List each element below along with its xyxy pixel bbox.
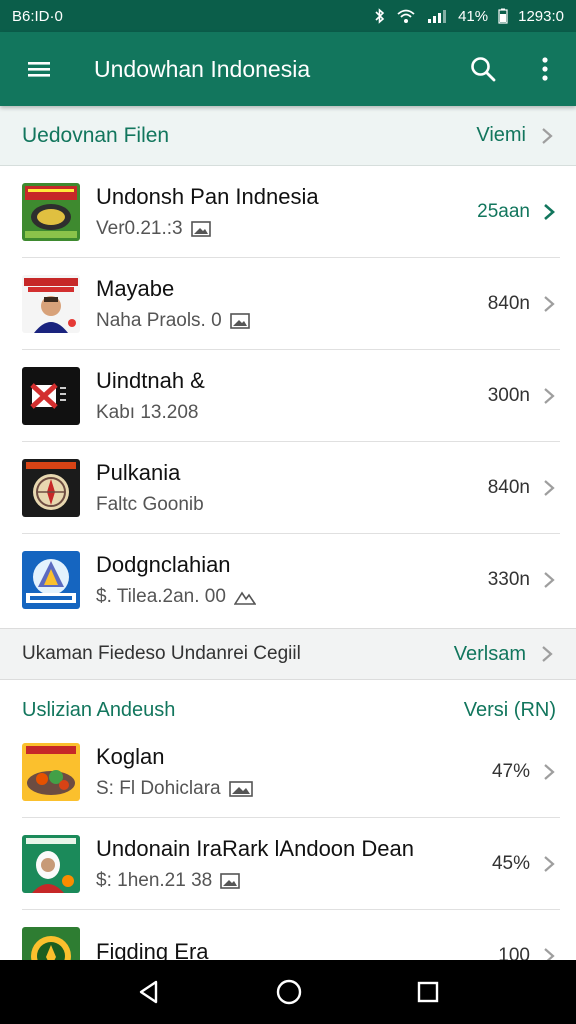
list-item[interactable]: Pulkania Faltc Goonib 840n <box>0 442 576 534</box>
app-title: Undowhan Indonesia <box>94 55 311 82</box>
item-value: 840n <box>487 293 530 314</box>
app-thumbnail <box>22 275 80 333</box>
menu-icon <box>28 62 50 77</box>
item-subtitle-text: S: Fl Dohiclara <box>96 778 221 799</box>
system-nav-bar <box>0 960 576 1024</box>
item-subtitle-text: $: 1hen.21 38 <box>96 870 213 891</box>
version-link-label: Verlsam <box>453 642 526 665</box>
chevron-right-icon <box>542 646 553 662</box>
item-title: Undonsh Pan Indnesia <box>96 184 319 209</box>
bluetooth-icon <box>375 8 385 24</box>
image-icon <box>229 313 250 329</box>
section-title: Ukaman Fiedeso Undanrei Cegiil <box>22 643 301 664</box>
chevron-right-icon <box>544 480 555 496</box>
app-thumbnail <box>22 183 80 241</box>
image-icon <box>228 781 253 797</box>
item-value: 330n <box>487 569 530 590</box>
wifi-icon <box>397 9 415 23</box>
battery-icon <box>498 8 508 24</box>
recents-icon[interactable] <box>416 980 440 1004</box>
image-icon <box>220 873 241 889</box>
view-all-label: Viemi <box>476 124 526 146</box>
app-thumbnail <box>22 459 80 517</box>
signal-icon <box>428 10 447 23</box>
app-thumbnail <box>22 835 80 893</box>
chevron-right-icon <box>544 296 555 312</box>
section-header-secondary[interactable]: Ukaman Fiedeso Undanrei Cegiil Verlsam <box>0 628 576 680</box>
subsection-title: Uslizian Andeush <box>22 699 176 721</box>
item-title: Dodgnclahian <box>96 552 231 577</box>
item-subtitle-text: $. Tilea.2an. 00 <box>96 586 226 607</box>
item-value: 47% <box>491 761 530 782</box>
item-value: 840n <box>487 477 530 498</box>
item-subtitle: $: 1hen.21 38 <box>96 870 492 892</box>
item-subtitle-text: Faltc Goonib <box>96 494 204 515</box>
search-icon <box>471 57 496 82</box>
section-subheader: Uslizian Andeush Versi (RN) <box>0 680 576 726</box>
status-icons: 41% 1293:0 <box>374 8 564 25</box>
item-value: 45% <box>491 853 530 874</box>
image-icon <box>190 221 211 237</box>
item-value: 25aan <box>477 201 530 222</box>
item-subtitle-text: Ver0.21.:3 <box>96 218 183 239</box>
list-item[interactable]: Figding Era 100 <box>0 910 576 960</box>
chevron-right-icon <box>544 948 555 960</box>
item-subtitle: Ver0.21.:3 <box>96 218 477 240</box>
item-subtitle: Kabı 13.208 <box>96 402 488 424</box>
item-title: Uindtnah & <box>96 368 205 393</box>
chevron-right-icon <box>544 204 555 220</box>
menu-button[interactable] <box>0 32 78 106</box>
list-featured: Undonsh Pan Indnesia Ver0.21.:3 25aan Ma… <box>0 166 576 626</box>
list-item[interactable]: Undonain IraRark lAndoon Dean $: 1hen.21… <box>0 818 576 910</box>
status-bar: В6:ID·0 41% 1293:0 <box>0 0 576 32</box>
list-item[interactable]: Dodgnclahian $. Tilea.2an. 00 330n <box>0 534 576 626</box>
app-thumbnail <box>22 743 80 801</box>
section-header-featured[interactable]: Uedovnan Filen Viemi <box>0 106 576 166</box>
item-subtitle: Faltc Goonib <box>96 494 488 516</box>
app-bar: Undowhan Indonesia <box>0 32 576 106</box>
subsection-version: Versi (RN) <box>463 699 556 721</box>
status-clock: 1293:0 <box>518 7 564 25</box>
item-title: Mayabe <box>96 276 175 301</box>
back-icon[interactable] <box>136 979 162 1005</box>
item-title: Pulkania <box>96 460 181 485</box>
item-value: 300n <box>487 385 530 406</box>
content: Uedovnan Filen Viemi Undonsh Pan Indnesi… <box>0 106 576 960</box>
item-subtitle-text: Kabı 13.208 <box>96 402 199 423</box>
list-item[interactable]: Uindtnah & Kabı 13.208 300n <box>0 350 576 442</box>
item-title: Undonain IraRark lAndoon Dean <box>96 836 414 861</box>
list-item[interactable]: Mayabe Naha Praols. 0 840n <box>0 258 576 350</box>
chevron-right-icon <box>544 856 555 872</box>
app-thumbnail <box>22 551 80 609</box>
app-thumbnail <box>22 367 80 425</box>
more-options-button[interactable] <box>514 32 576 106</box>
item-subtitle: $. Tilea.2an. 00 <box>96 586 488 608</box>
chevron-right-icon <box>542 127 553 144</box>
section-title: Uedovnan Filen <box>22 123 170 147</box>
app-thumbnail <box>22 927 80 960</box>
item-value: 100 <box>498 945 530 960</box>
item-title: Koglan <box>96 744 165 769</box>
list-secondary: Koglan S: Fl Dohiclara 47% Undonain IraR… <box>0 726 576 960</box>
more-vert-icon <box>542 57 548 81</box>
chevron-right-icon <box>544 572 555 588</box>
battery-percent: 41% <box>458 7 489 25</box>
chevron-right-icon <box>544 764 555 780</box>
list-item[interactable]: Undonsh Pan Indnesia Ver0.21.:3 25aan <box>0 166 576 258</box>
view-all-link[interactable]: Viemi <box>476 124 554 147</box>
search-button[interactable] <box>452 32 514 106</box>
chevron-right-icon <box>544 388 555 404</box>
status-time: В6:ID·0 <box>12 7 63 25</box>
list-item[interactable]: Koglan S: Fl Dohiclara 47% <box>0 726 576 818</box>
item-subtitle-text: Naha Praols. 0 <box>96 310 222 331</box>
version-link[interactable]: Verlsam <box>454 643 554 666</box>
landscape-icon <box>233 591 256 605</box>
home-icon[interactable] <box>275 978 303 1006</box>
item-title: Figding Era <box>96 939 209 960</box>
item-subtitle: Naha Praols. 0 <box>96 310 488 332</box>
item-subtitle: S: Fl Dohiclara <box>96 778 492 800</box>
